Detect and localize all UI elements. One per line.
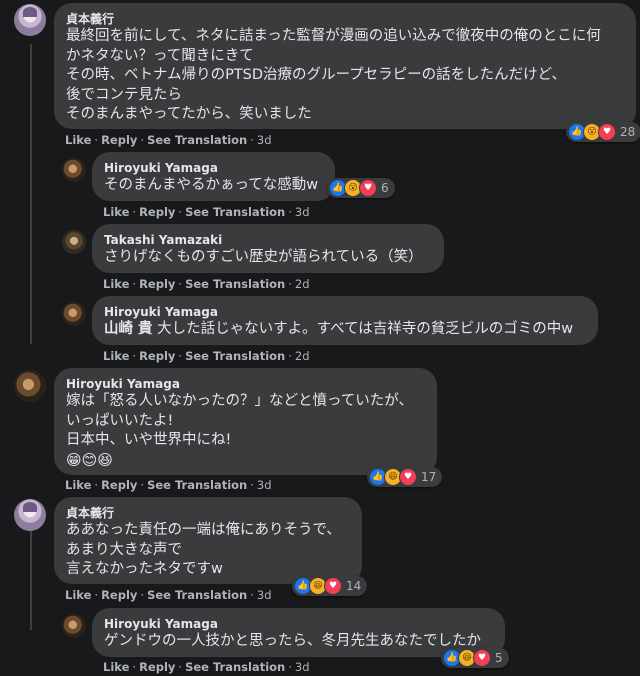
see-translation-link[interactable]: See Translation — [185, 205, 285, 219]
see-translation-link[interactable]: See Translation — [147, 478, 247, 492]
love-reaction-icon: ♥ — [473, 649, 491, 667]
see-translation-link[interactable]: See Translation — [147, 133, 247, 147]
avatar[interactable] — [14, 370, 46, 402]
reply-link[interactable]: Reply — [139, 349, 175, 363]
reply-link[interactable]: Reply — [101, 588, 137, 602]
reply-link[interactable]: Reply — [101, 133, 137, 147]
reply-link[interactable]: Reply — [101, 478, 137, 492]
like-link[interactable]: Like — [103, 660, 129, 674]
comment-actions: Like · Reply · See Translation · 3d — [103, 205, 310, 219]
reaction-count: 6 — [381, 181, 389, 195]
timestamp[interactable]: 2d — [295, 349, 310, 363]
comment-author[interactable]: 貞本義行 — [66, 505, 350, 521]
love-reaction-icon: ♥ — [324, 577, 342, 595]
comment-author[interactable]: Hiroyuki Yamaga — [104, 616, 493, 632]
reaction-summary[interactable]: 👍 😆 ♥ 17 — [367, 467, 443, 487]
thread-line — [30, 44, 32, 344]
reaction-count: 28 — [620, 125, 636, 139]
timestamp[interactable]: 3d — [295, 660, 310, 674]
comment-text: そのまんまやるかぁってな感動w — [104, 177, 319, 193]
timestamp[interactable]: 2d — [295, 277, 310, 291]
comment-bubble: Hiroyuki Yamaga そのまんまやるかぁってな感動w — [92, 152, 335, 201]
reply-link[interactable]: Reply — [139, 660, 175, 674]
like-link[interactable]: Like — [103, 205, 129, 219]
comment-bubble: Hiroyuki Yamaga 山崎 貴 大した話じゃないすよ。すべては吉祥寺の… — [92, 296, 598, 345]
comment-bubble: Hiroyuki Yamaga 嫁は「怒る人いなかったの？」などと憤っていたが、… — [54, 368, 437, 475]
comment-actions: Like · Reply · See Translation · 3d — [65, 133, 272, 147]
like-link[interactable]: Like — [65, 478, 91, 492]
avatar[interactable] — [62, 302, 86, 326]
love-reaction-icon: ♥ — [399, 468, 417, 486]
comment-author[interactable]: Hiroyuki Yamaga — [66, 376, 425, 392]
emoji-row: 😁😊😆 — [66, 450, 113, 469]
comment-bubble: Hiroyuki Yamaga ゲンドウの一人技かと思ったら、冬月先生あなたでし… — [92, 608, 505, 657]
reaction-summary[interactable]: 👍 😮 ♥ 6 — [327, 178, 395, 198]
avatar[interactable] — [62, 158, 86, 182]
reaction-count: 14 — [346, 579, 362, 593]
avatar[interactable] — [14, 499, 46, 531]
comment-actions: Like · Reply · See Translation · 2d — [103, 277, 310, 291]
comment-author[interactable]: 貞本義行 — [66, 11, 624, 27]
comment-author[interactable]: Hiroyuki Yamaga — [104, 160, 323, 176]
see-translation-link[interactable]: See Translation — [185, 277, 285, 291]
avatar[interactable] — [62, 230, 86, 254]
comment-bubble: Takashi Yamazaki さりげなくものすごい歴史が語られている（笑） — [92, 224, 444, 273]
reaction-summary[interactable]: 👍 😆 ♥ 14 — [292, 576, 368, 596]
reaction-summary[interactable]: 👍 😮 ♥ 28 — [566, 122, 640, 142]
see-translation-link[interactable]: See Translation — [185, 660, 285, 674]
comment-author[interactable]: Hiroyuki Yamaga — [104, 304, 586, 320]
like-link[interactable]: Like — [65, 588, 91, 602]
see-translation-link[interactable]: See Translation — [185, 349, 285, 363]
love-reaction-icon: ♥ — [598, 123, 616, 141]
avatar[interactable] — [62, 614, 86, 638]
comment-text: 嫁は「怒る人いなかったの？」などと憤っていたが、 いっぱいいたよ! 日本中、いや… — [66, 393, 413, 448]
comment-bubble: 貞本義行 ああなった責任の一端は俺にありそうで、 あまり大きな声で 言えなかった… — [54, 497, 362, 584]
comment-actions: Like · Reply · See Translation · 2d — [103, 349, 310, 363]
comment-text: さりげなくものすごい歴史が語られている（笑） — [104, 249, 423, 265]
timestamp[interactable]: 3d — [257, 588, 272, 602]
reply-link[interactable]: Reply — [139, 205, 175, 219]
comment-author[interactable]: Takashi Yamazaki — [104, 232, 432, 248]
timestamp[interactable]: 3d — [257, 133, 272, 147]
comment-text: ああなった責任の一端は俺にありそうで、 あまり大きな声で 言えなかったネタですw — [66, 522, 341, 577]
comment-text: 最終回を前にして、ネタに詰まった監督が漫画の追い込みで徹夜中の俺のとこに何 かネ… — [66, 28, 601, 122]
comment-actions: Like · Reply · See Translation · 3d — [103, 660, 310, 674]
comment-text: 山崎 貴 大した話じゃないすよ。すべては吉祥寺の貧乏ビルのゴミの中w — [104, 321, 574, 337]
like-link[interactable]: Like — [65, 133, 91, 147]
like-link[interactable]: Like — [103, 349, 129, 363]
mention-tag[interactable]: 山崎 貴 — [104, 321, 153, 337]
comment-actions: Like · Reply · See Translation · 3d — [65, 588, 272, 602]
timestamp[interactable]: 3d — [295, 205, 310, 219]
timestamp[interactable]: 3d — [257, 478, 272, 492]
see-translation-link[interactable]: See Translation — [147, 588, 247, 602]
thread-line — [30, 530, 32, 630]
reaction-count: 5 — [495, 651, 503, 665]
reply-link[interactable]: Reply — [139, 277, 175, 291]
reaction-count: 17 — [421, 470, 437, 484]
love-reaction-icon: ♥ — [359, 179, 377, 197]
reaction-summary[interactable]: 👍 😆 ♥ 5 — [441, 648, 509, 668]
like-link[interactable]: Like — [103, 277, 129, 291]
comment-bubble: 貞本義行 最終回を前にして、ネタに詰まった監督が漫画の追い込みで徹夜中の俺のとこ… — [54, 3, 636, 129]
comment-actions: Like · Reply · See Translation · 3d — [65, 478, 272, 492]
avatar[interactable] — [14, 4, 46, 36]
comment-text: ゲンドウの一人技かと思ったら、冬月先生あなたでしたか — [104, 633, 481, 649]
